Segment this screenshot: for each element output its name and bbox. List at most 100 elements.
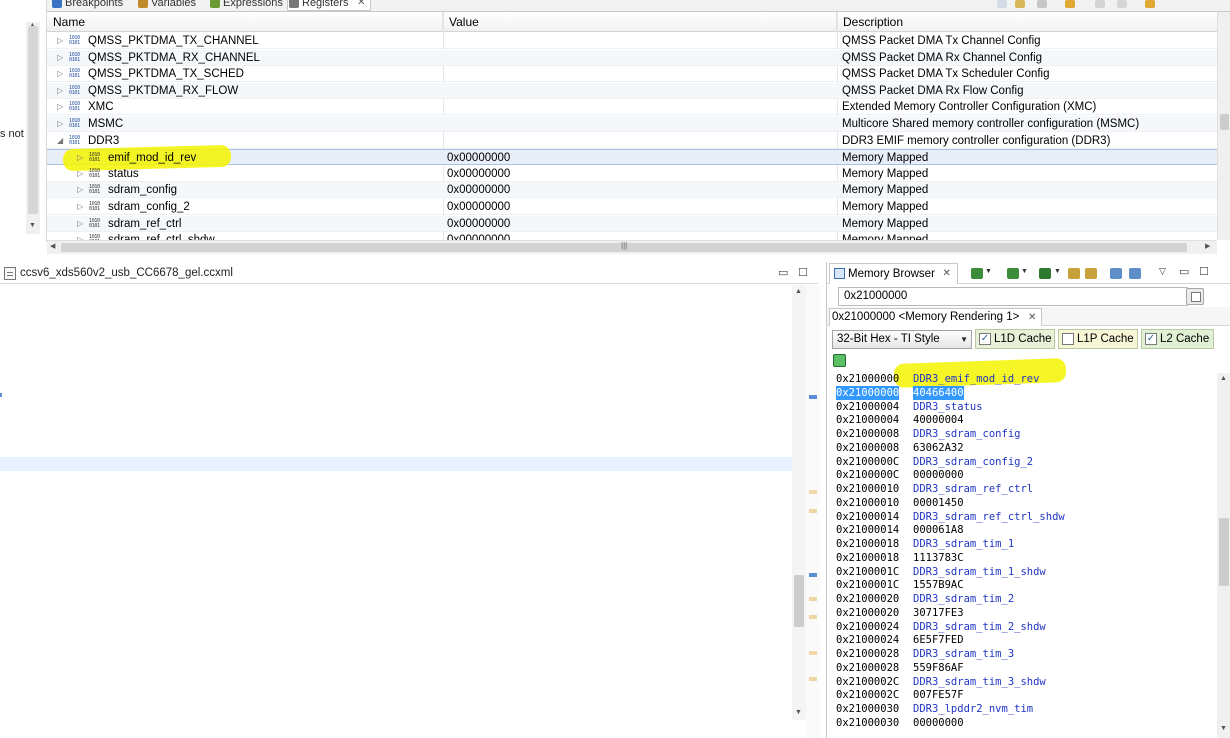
toolbar-icon[interactable] [1065,0,1075,8]
expand-toggle-icon[interactable]: ▷ [77,150,83,166]
register-value[interactable] [447,83,833,99]
memory-value[interactable]: 40000004 [913,413,964,427]
ruler-marker[interactable] [809,677,817,681]
chevron-down-icon[interactable]: ▼ [985,268,992,275]
toolbar-icon[interactable] [1095,0,1105,8]
tab-breakpoints[interactable]: Breakpoints [51,0,123,11]
scroll-left-arrow-icon[interactable]: ◀ [50,242,55,250]
expand-toggle-icon[interactable]: ▷ [57,50,63,66]
close-icon[interactable]: ✕ [1028,309,1036,326]
sync-icon[interactable] [1085,268,1097,279]
expand-toggle-icon[interactable]: ▷ [77,232,83,240]
maximize-icon[interactable]: ☐ [1199,265,1209,278]
rendering-memory-icon[interactable] [833,354,846,367]
memory-value[interactable]: 00000000 [913,468,964,482]
editor-vertical-scrollbar[interactable]: ▲ ▼ [792,285,806,720]
register-row[interactable]: ▷ 1010 0101 QMSS_PKTDMA_TX_SCHED QMSS Packet… [47,66,1217,83]
toolbar-icon[interactable] [1145,0,1155,8]
ruler-marker[interactable] [809,509,817,513]
expand-toggle-icon[interactable]: ▷ [57,99,63,115]
scroll-thumb[interactable] [1219,518,1229,586]
scroll-thumb[interactable] [28,26,38,214]
memory-address-input[interactable]: 0x21000000 [838,287,1188,306]
expand-toggle-icon[interactable]: ▷ [77,216,83,232]
register-row[interactable]: ▷10100101sdram_ref_ctrl_shdw0x00000000Me… [47,232,1217,240]
register-value[interactable] [447,33,833,49]
view-menu-icon[interactable]: ▽ [1159,266,1166,277]
register-value[interactable]: 0x00000000 [447,199,833,215]
ruler-marker[interactable] [809,490,817,494]
register-value[interactable] [447,133,833,149]
format-select[interactable]: 32-Bit Hex - TI Style ▼ [832,330,972,349]
register-value[interactable] [447,116,833,132]
memory-value[interactable]: 6E5F7FED [913,633,964,647]
register-row[interactable]: ▷ 1010 0101 emif_mod_id_rev 0x00000000 Memory… [47,144,1217,172]
register-value[interactable] [447,99,833,115]
scroll-thumb[interactable] [1220,114,1229,130]
checkbox-check-icon[interactable]: ✓ [1145,333,1157,345]
ruler-marker[interactable] [809,395,817,399]
register-value[interactable] [447,50,833,66]
memory-value[interactable]: 007FE57F [913,688,964,702]
scroll-down-arrow-icon[interactable]: ▼ [1220,725,1227,732]
ruler-marker[interactable] [809,651,817,655]
scroll-thumb[interactable] [794,575,804,627]
scroll-right-arrow-icon[interactable]: ▶ [1205,242,1210,250]
l2-cache-checkbox[interactable]: ✓ L2 Cache [1141,329,1214,349]
register-value[interactable]: 0x00000000 [447,166,833,182]
scroll-up-arrow-icon[interactable]: ▲ [795,288,802,295]
register-row[interactable]: ▷ 1010 0101 QMSS_PKTDMA_TX_CHANNEL QMSS Pack… [47,33,1217,49]
close-icon[interactable]: ✕ [943,264,951,284]
pin-icon[interactable] [1129,268,1141,279]
register-row[interactable]: ▷ 1010 0101 MSMC Multicore Shared memory con… [47,116,1217,132]
memory-value[interactable]: 1557B9AC [913,578,964,592]
editor-text-area[interactable] [0,285,792,738]
expand-toggle-icon[interactable]: ◢ [57,133,63,149]
tab-variables[interactable]: Variables [137,0,196,11]
register-row[interactable]: ▷ 1010 0101 sdram_config 0x00000000 Memory Ma… [47,182,1217,199]
expand-toggle-icon[interactable]: ▷ [77,199,83,215]
maximize-icon[interactable]: ☐ [798,266,808,279]
new-view-icon[interactable] [1110,268,1122,279]
ruler-marker[interactable] [809,573,817,577]
memory-value[interactable]: 000061A8 [913,523,964,537]
tab-registers[interactable]: Registers ✕ [287,0,372,11]
memory-value[interactable]: 30717FE3 [913,606,964,620]
editor-tab-title[interactable]: ccsv6_xds560v2_usb_CC6678_gel.ccxml [20,267,233,279]
toolbar-icon[interactable] [1117,0,1127,8]
register-row[interactable]: ▷ 1010 0101 sdram_config_2 0x00000000 Memory … [47,199,1217,215]
tab-memory-browser[interactable]: Memory Browser ✕ [829,263,958,284]
toolbar-icon[interactable] [1015,0,1025,8]
expand-toggle-icon[interactable]: ▷ [57,116,63,132]
memory-chip-icon[interactable] [1039,268,1051,279]
go-button[interactable] [1186,288,1204,305]
close-icon[interactable]: ✕ [357,0,365,11]
minimize-icon[interactable]: ▭ [1179,265,1189,278]
register-value[interactable]: 0x00000000 [447,232,833,240]
register-value[interactable]: 0x00000000 [447,150,833,166]
ruler-marker[interactable] [809,597,817,601]
column-header-name[interactable]: Name [47,12,443,32]
register-row[interactable]: ▷ 1010 0101 QMSS_PKTDMA_RX_CHANNEL QMSS Pack… [47,49,1217,66]
checkbox-check-icon[interactable]: ✓ [979,333,991,345]
register-value[interactable]: 0x00000000 [447,182,833,198]
toolbar-icon[interactable] [997,0,1007,8]
memory-value[interactable]: 63062A32 [913,441,964,455]
column-header-description[interactable]: Description [837,12,1217,32]
expand-toggle-icon[interactable]: ▷ [57,33,63,49]
scroll-up-arrow-icon[interactable]: ▲ [1220,375,1227,382]
checkbox-empty-icon[interactable] [1062,333,1074,345]
toolbar-icon[interactable] [1037,0,1047,8]
link-icon[interactable] [1068,268,1080,279]
registers-vertical-scrollbar[interactable] [1217,12,1230,240]
new-rendering-icon[interactable] [1007,268,1019,279]
tab-memory-rendering[interactable]: 0x21000000 <Memory Rendering 1> ✕ [829,308,1043,326]
memory-value[interactable]: 00001450 [913,496,964,510]
register-value[interactable]: 0x00000000 [447,216,833,232]
l1d-cache-checkbox[interactable]: ✓ L1D Cache [975,329,1055,349]
register-row[interactable]: ▷ 1010 0101 sdram_ref_ctrl 0x00000000 Memory … [47,215,1217,232]
left-panel-scrollbar[interactable]: ▲ ▼ [26,22,40,234]
memory-value[interactable]: 00000000 [913,716,964,730]
memory-value[interactable]: 559F86AF [913,661,964,675]
expand-toggle-icon[interactable]: ▷ [57,83,63,99]
